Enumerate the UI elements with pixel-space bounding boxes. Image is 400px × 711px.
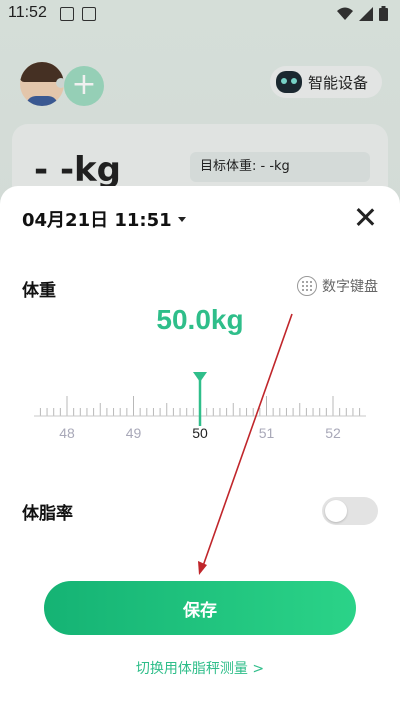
save-button[interactable]: 保存 (44, 581, 356, 635)
ruler-pointer-head-icon (193, 372, 207, 382)
toggle-knob (325, 500, 347, 522)
body-fat-label: 体脂率 (22, 504, 73, 524)
ruler-tick-label: 48 (59, 425, 75, 441)
keypad-label: 数字键盘 (322, 279, 378, 295)
keypad-icon (297, 276, 317, 296)
ruler-tick-label: 51 (259, 425, 275, 441)
date-selector[interactable]: 04月21日 11:51 (22, 206, 186, 232)
weight-ruler-slider[interactable]: 48 49 50 51 52 (30, 372, 370, 442)
ruler-tick-label: 52 (325, 425, 341, 441)
ruler-tick-label: 50 (192, 425, 208, 441)
date-time-value: 04月21日 11:51 (22, 210, 172, 231)
ruler-tick-label: 49 (126, 425, 142, 441)
switch-to-scale-link[interactable]: 切换用体脂秤测量 > (0, 658, 400, 678)
weight-value: 50.0kg (156, 304, 244, 335)
close-icon[interactable] (354, 206, 376, 228)
weight-label: 体重 (22, 281, 56, 301)
body-fat-toggle[interactable] (322, 497, 378, 525)
numeric-keypad-button[interactable]: 数字键盘 (297, 276, 378, 296)
dropdown-caret-icon (177, 216, 186, 222)
record-weight-sheet: 04月21日 11:51 体重 数字键盘 50.0kg 48 49 50 51 52 体… (0, 186, 400, 711)
